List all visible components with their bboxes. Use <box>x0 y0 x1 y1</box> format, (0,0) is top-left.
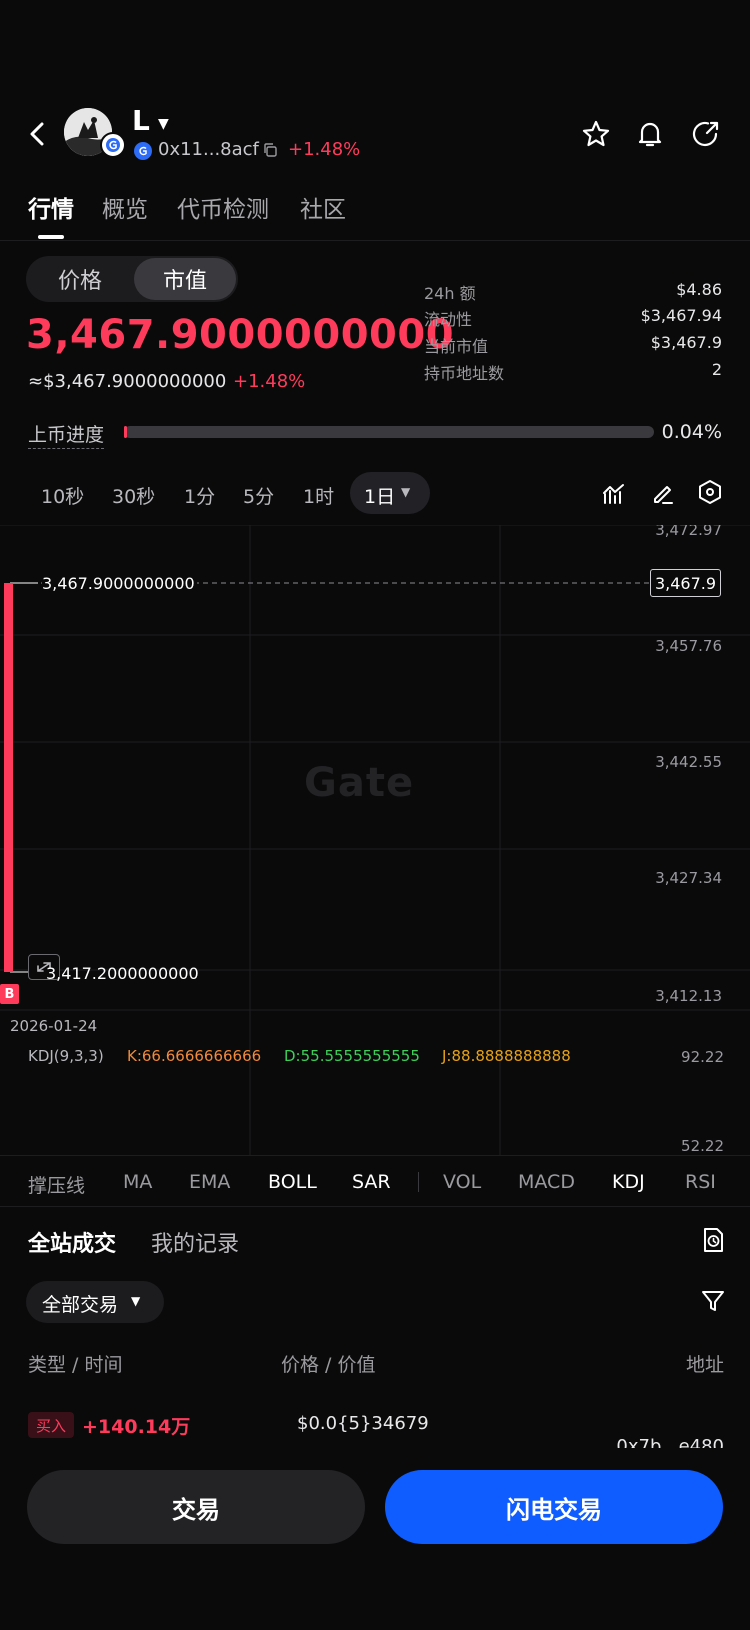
current-price-tag: 3,467.9 <box>650 569 721 597</box>
indicator-rsi[interactable]: RSI <box>685 1171 716 1193</box>
y-tick-label: 3,472.97 <box>655 525 722 539</box>
indicator-ma[interactable]: MA <box>123 1171 152 1193</box>
flash-trade-button[interactable]: 闪电交易 <box>385 1470 723 1544</box>
listing-progress-label[interactable]: 上币进度 <box>28 420 105 449</box>
history-icon[interactable] <box>700 1226 726 1254</box>
stat-value-holders: 2 <box>711 360 722 379</box>
tab-all-trades[interactable]: 全站成交 <box>28 1226 116 1258</box>
y-tick-label: 3,442.55 <box>655 753 722 771</box>
listing-progress-bar <box>124 426 654 438</box>
tab-market[interactable]: 行情 <box>28 190 74 224</box>
high-price-label: 3,467.9000000000 <box>42 574 197 593</box>
usd-change: +1.48% <box>233 371 306 392</box>
kdj-top-tick: 92.22 <box>681 1048 724 1066</box>
stat-value-volume: $4.86 <box>676 280 722 299</box>
indicator-boll[interactable]: BOLL <box>268 1171 317 1193</box>
token-dropdown-icon[interactable]: ▼ <box>158 116 169 132</box>
draw-icon[interactable] <box>650 480 676 506</box>
kdj-name: KDJ(9,3,3) <box>28 1047 104 1065</box>
divider <box>0 240 750 241</box>
toggle-market-cap[interactable]: 市值 <box>134 258 236 300</box>
stat-label-mcap: 当前市值 <box>424 337 489 356</box>
indicator-icon[interactable] <box>602 482 626 506</box>
platform-badge-icon <box>100 132 126 158</box>
tab-my-records[interactable]: 我的记录 <box>151 1226 239 1258</box>
stat-value-liquidity: $3,467.94 <box>640 306 722 325</box>
token-name[interactable]: L <box>132 104 150 137</box>
y-axis: 3,472.97 3,457.76 3,442.55 3,427.34 3,412.13 <box>655 525 722 1005</box>
kdj-j: J:88.8888888888 <box>442 1047 571 1065</box>
indicator-sar[interactable]: SAR <box>352 1171 391 1193</box>
y-tick-label: 3,412.13 <box>655 987 722 1005</box>
bell-icon[interactable] <box>634 118 666 150</box>
column-address: 地址 <box>685 1354 724 1376</box>
buy-marker[interactable]: B <box>0 984 19 1004</box>
toggle-price[interactable]: 价格 <box>28 258 132 300</box>
trade-amount: +140.14万 <box>82 1416 191 1438</box>
filter-icon[interactable] <box>700 1288 726 1314</box>
indicator-ema[interactable]: EMA <box>189 1171 230 1193</box>
timeframe-1h[interactable]: 1时 <box>303 482 334 509</box>
stat-label-holders: 持币地址数 <box>424 364 505 383</box>
indicator-support[interactable]: 撑压线 <box>28 1171 85 1198</box>
y-tick-label: 3,427.34 <box>655 869 722 887</box>
divider <box>0 1206 750 1207</box>
column-price-value: 价格 / 价值 <box>281 1354 376 1376</box>
share-icon[interactable] <box>690 118 722 150</box>
column-type-time: 类型 / 时间 <box>28 1354 123 1376</box>
copy-icon[interactable] <box>262 142 278 158</box>
chevron-down-icon: ▼ <box>131 1294 141 1308</box>
stat-value-mcap: $3,467.9 <box>650 333 722 352</box>
price-change: +1.48% <box>288 139 361 160</box>
kdj-k: K:66.6666666666 <box>127 1047 262 1065</box>
chain-icon <box>134 142 152 160</box>
trade-type-badge: 买入 <box>28 1412 74 1438</box>
settings-hex-icon[interactable] <box>697 479 723 505</box>
timeframe-1m[interactable]: 1分 <box>184 482 215 509</box>
listing-progress-value: 0.04% <box>661 421 722 443</box>
tab-community[interactable]: 社区 <box>300 190 346 224</box>
trade-price: $0.0{5}34679 <box>297 1413 429 1434</box>
indicator-vol[interactable]: VOL <box>443 1171 481 1193</box>
candles <box>4 583 13 972</box>
usd-value: ≈$3,467.9000000000 <box>28 371 227 392</box>
timeframe-5m[interactable]: 5分 <box>243 482 274 509</box>
timeframe-dropdown-icon: ▼ <box>401 485 411 499</box>
low-price-label: 3,417.2000000000 <box>46 964 199 983</box>
tab-overview[interactable]: 概览 <box>102 190 148 224</box>
indicator-separator <box>418 1172 419 1192</box>
kdj-d: D:55.5555555555 <box>284 1047 420 1065</box>
kdj-bottom-tick: 52.22 <box>681 1137 724 1155</box>
listing-progress-fill <box>124 426 127 438</box>
watermark: Gate <box>304 760 415 806</box>
timeframe-1d-label: 1日 <box>364 486 396 508</box>
contract-address: 0x11...8acf <box>158 139 259 160</box>
timeframe-10s[interactable]: 10秒 <box>41 482 84 509</box>
divider <box>0 1155 750 1156</box>
trade-filter-label: 全部交易 <box>42 1294 119 1316</box>
stat-label-liquidity: 流动性 <box>424 310 473 329</box>
star-icon[interactable] <box>580 118 612 150</box>
indicator-kdj[interactable]: KDJ <box>612 1171 645 1193</box>
tab-underline <box>38 235 64 239</box>
main-value: 3,467.9000000000 <box>26 312 455 358</box>
indicator-macd[interactable]: MACD <box>518 1171 575 1193</box>
date-label: 2026-01-24 <box>10 1017 98 1035</box>
stat-label-volume: 24h 额 <box>424 284 476 303</box>
tab-token-check[interactable]: 代币检测 <box>177 190 269 224</box>
y-tick-label: 3,457.76 <box>655 637 722 655</box>
trade-button[interactable]: 交易 <box>27 1470 365 1544</box>
candle <box>4 583 13 972</box>
timeframe-30s[interactable]: 30秒 <box>112 482 155 509</box>
back-icon[interactable] <box>24 114 54 154</box>
